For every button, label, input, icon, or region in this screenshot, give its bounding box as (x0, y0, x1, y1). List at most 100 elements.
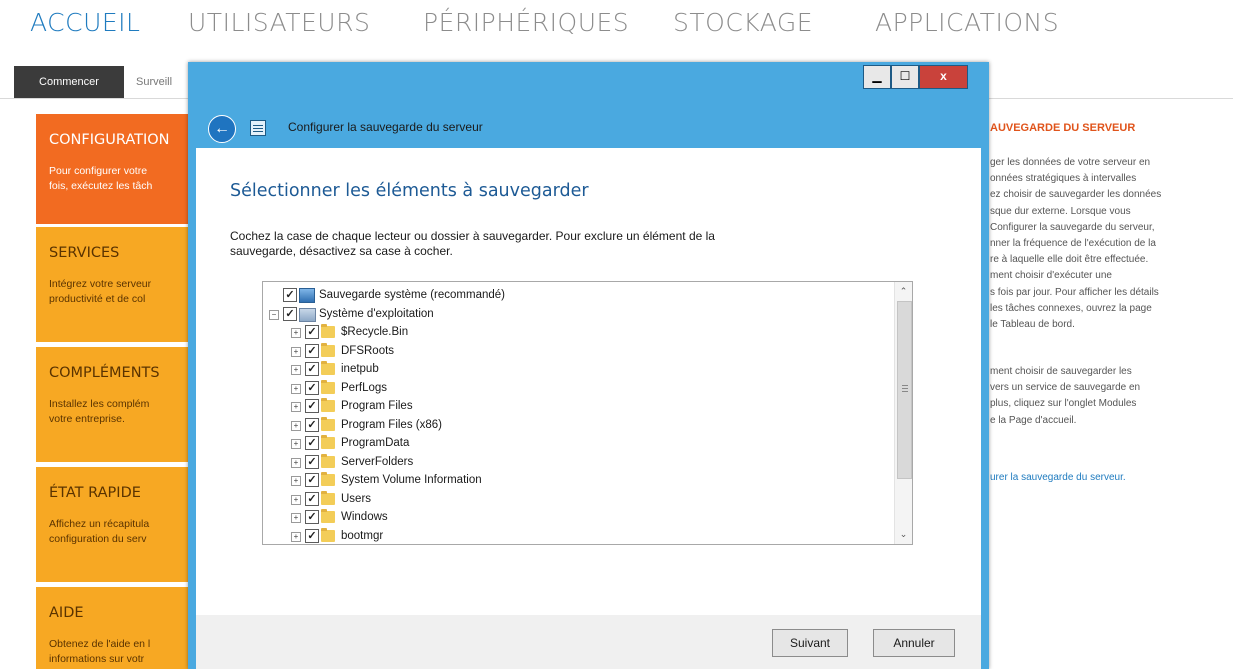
backup-items-tree[interactable]: + ✓ bootmgr + ✓ Windows + ✓ Users + ✓ System Volume… (262, 281, 913, 545)
checkbox[interactable]: ✓ (305, 325, 319, 339)
tree-item-label: Sauvegarde système (recommandé) (319, 289, 505, 301)
tree-item[interactable]: + ✓ ProgramData (263, 434, 893, 452)
panel-description-2: ment choisir de sauvegarder les vers un s… (990, 364, 1140, 429)
maximize-button[interactable]: ☐ (891, 65, 919, 89)
tree-item[interactable]: + ✓ DFSRoots (263, 342, 893, 360)
panel-text-line: ment choisir d'exécuter une (990, 270, 1112, 282)
panel-text-line: nner la fréquence de l'exécution de la (990, 238, 1156, 250)
panel-text-line: ez choisir de sauvegarder les données (990, 189, 1162, 201)
expand-icon[interactable]: + (291, 513, 301, 523)
close-button[interactable]: x (919, 65, 968, 89)
tree-item[interactable]: + ✓ Users (263, 490, 893, 508)
expand-icon[interactable]: + (291, 402, 301, 412)
checkbox[interactable]: ✓ (305, 528, 319, 543)
checkbox[interactable]: ✓ (305, 454, 319, 469)
app-icon (250, 120, 266, 136)
tab-stockage[interactable]: STOCKAGE (673, 8, 813, 37)
expand-icon[interactable]: + (291, 420, 301, 431)
subtab-commencer[interactable]: Commencer (14, 66, 124, 98)
tile-configuration[interactable]: CONFIGURATION Pour configurer votre fois,… (36, 114, 196, 224)
expand-icon[interactable]: + (291, 457, 301, 468)
tab-peripheriques[interactable]: PÉRIPHÉRIQUES (423, 8, 629, 37)
tree-item[interactable]: + ✓ PerfLogs (263, 379, 893, 397)
tree-item[interactable]: + ✓ inetpub (263, 360, 893, 378)
configure-backup-link[interactable]: urer la sauvegarde du serveur. (990, 472, 1126, 483)
tab-utilisateurs[interactable]: UTILISATEURS (188, 8, 370, 37)
folder-icon (321, 435, 335, 449)
tree-item[interactable]: + ✓ bootmgr (263, 527, 893, 545)
folder-icon (321, 509, 335, 523)
checkbox[interactable]: ✓ (305, 362, 319, 376)
expand-icon[interactable]: + (291, 365, 301, 375)
tab-accueil[interactable]: ACCUEIL (30, 8, 140, 37)
panel-text-line: sque dur externe. Lorsque vous (990, 205, 1131, 217)
expand-icon[interactable]: + (291, 346, 301, 357)
tile-title: COMPLÉMENTS (49, 365, 160, 381)
tree-item-label: Windows (341, 511, 388, 523)
collapse-icon[interactable]: − (269, 309, 279, 320)
tile-description: Affichez un récapitula configuration du s… (49, 518, 150, 545)
tree-scrollbar[interactable]: ⌃ ⌄ (894, 282, 912, 544)
checkbox[interactable]: ✓ (283, 306, 297, 321)
tree-item[interactable]: + ✓ Windows (263, 508, 893, 526)
subtab-surveillance[interactable]: Surveill (136, 66, 172, 98)
scroll-thumb[interactable] (897, 301, 912, 479)
cancel-button[interactable]: Annuler (873, 629, 955, 657)
checkbox[interactable]: ✓ (305, 436, 319, 450)
expand-icon[interactable]: + (291, 328, 301, 338)
tree-item[interactable]: + ✓ Program Files (x86) (263, 416, 893, 434)
tree-item[interactable]: + ✓ ServerFolders (263, 453, 893, 471)
expand-icon[interactable]: + (291, 531, 301, 542)
checkbox[interactable]: ✓ (305, 510, 319, 524)
panel-text-line: les tâches connexes, ouvrez la page (990, 302, 1152, 314)
checkbox[interactable]: ✓ (305, 473, 319, 487)
panel-text-line: Configurer la sauvegarde du serveur, (990, 221, 1155, 233)
folder-icon (321, 416, 335, 431)
tree-item[interactable]: + ✓ System Volume Information (263, 471, 893, 489)
expand-icon[interactable]: + (291, 476, 301, 486)
tree-item-label: System Volume Information (341, 474, 482, 486)
tree-item[interactable]: − ✓ Système d'exploitation (263, 305, 893, 323)
tree-item[interactable]: ✓ Sauvegarde système (recommandé) (263, 286, 893, 304)
tile-aide[interactable]: AIDE Obtenez de l'aide en l informations … (36, 587, 196, 669)
tree-item[interactable]: + ✓ $Recycle.Bin (263, 323, 893, 341)
tree-item-label: ServerFolders (341, 455, 414, 468)
tile-description: Obtenez de l'aide en l informations sur v… (49, 638, 151, 665)
minimize-button[interactable]: ▁ (863, 65, 891, 89)
checkbox[interactable]: ✓ (305, 399, 319, 413)
folder-icon (321, 490, 335, 505)
panel-text-line: re à laquelle elle doit être effectuée. (990, 254, 1149, 266)
tree-item-label: DFSRoots (341, 344, 395, 357)
tree-item-label: Program Files (341, 400, 413, 412)
tree-item-label: ProgramData (341, 437, 410, 449)
expand-icon[interactable]: + (291, 383, 301, 394)
folder-icon (321, 472, 335, 486)
scroll-down-icon[interactable]: ⌄ (898, 529, 909, 540)
back-arrow-icon[interactable]: ← (208, 115, 236, 143)
dialog-title: Configurer la sauvegarde du serveur (288, 120, 483, 134)
tile-complements[interactable]: COMPLÉMENTS Installez les complém votre e… (36, 347, 196, 462)
tile-title: SERVICES (49, 245, 120, 261)
tile-etat-rapide[interactable]: ÉTAT RAPIDE Affichez un récapitula config… (36, 467, 196, 582)
checkbox[interactable]: ✓ (305, 380, 319, 395)
checkbox[interactable]: ✓ (305, 417, 319, 432)
checkbox[interactable]: ✓ (305, 343, 319, 358)
tile-services[interactable]: SERVICES Intégrez votre serveur productiv… (36, 227, 196, 342)
expand-icon[interactable]: + (291, 494, 301, 505)
page-heading: Sélectionner les éléments à sauvegarder (230, 181, 589, 201)
tree-item-label: Program Files (x86) (341, 418, 442, 431)
folder-icon (321, 324, 335, 338)
panel-text-line: vers un service de sauvegarde en (990, 382, 1141, 394)
panel-text-line: e la Page d'accueil. (990, 414, 1077, 426)
file-icon (321, 527, 335, 542)
tree-item-label: bootmgr (341, 529, 384, 542)
checkbox[interactable]: ✓ (305, 491, 319, 506)
expand-icon[interactable]: + (291, 439, 301, 449)
tab-applications[interactable]: APPLICATIONS (875, 8, 1059, 37)
tree-item[interactable]: + ✓ Program Files (263, 397, 893, 415)
tile-description: Installez les complém votre entreprise. (49, 398, 150, 425)
next-button[interactable]: Suivant (772, 629, 848, 657)
panel-text-line: s fois par jour. Pour afficher les détai… (990, 286, 1159, 298)
checkbox[interactable]: ✓ (283, 288, 297, 302)
scroll-up-icon[interactable]: ⌃ (898, 286, 909, 297)
